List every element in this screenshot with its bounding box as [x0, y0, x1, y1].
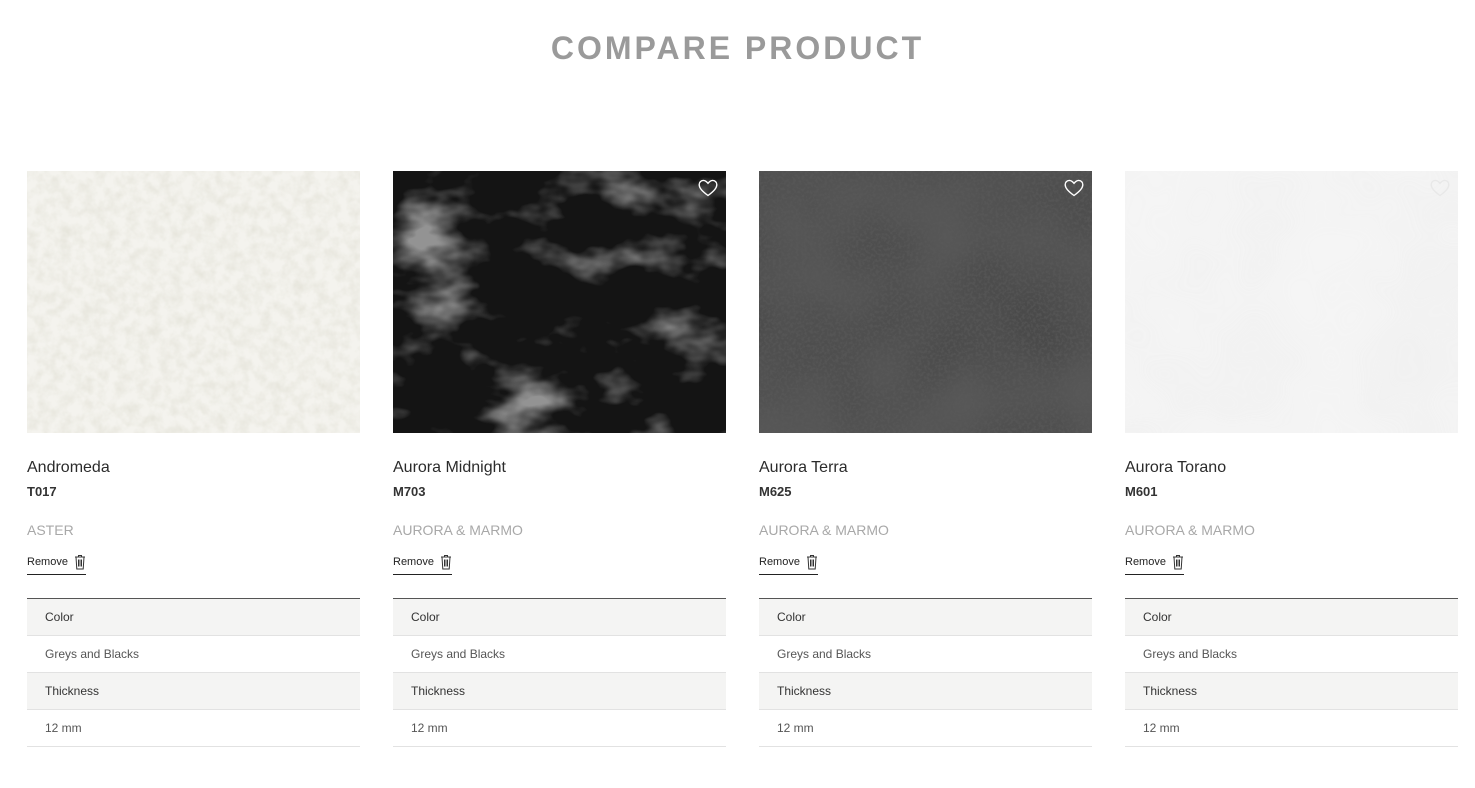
product-collection: AURORA & MARMO: [1125, 522, 1255, 538]
spec-table: Color Greys and Blacks Thickness 12 mm: [759, 598, 1092, 747]
remove-label: Remove: [759, 556, 800, 568]
remove-button[interactable]: Remove: [759, 553, 818, 575]
swatch-veins: [1125, 171, 1458, 433]
remove-label: Remove: [27, 556, 68, 568]
spec-thickness-label: Thickness: [759, 673, 1092, 710]
swatch-veins: [393, 171, 726, 433]
spec-table: Color Greys and Blacks Thickness 12 mm: [1125, 598, 1458, 747]
page-title: COMPARE PRODUCT: [550, 30, 925, 66]
heart-outline-icon[interactable]: [698, 179, 718, 197]
product-card-aurora-midnight: Aurora Midnight M703 AURORA & MARMO Remo…: [393, 171, 726, 747]
spec-color-label: Color: [759, 599, 1092, 636]
stone-texture: [759, 171, 1092, 433]
heart-outline-icon[interactable]: [1430, 179, 1450, 197]
remove-button[interactable]: Remove: [393, 553, 452, 575]
spec-color-value: Greys and Blacks: [1125, 636, 1458, 673]
product-code: T017: [27, 484, 57, 499]
spec-table: Color Greys and Blacks Thickness 12 mm: [27, 598, 360, 747]
spec-color-label: Color: [393, 599, 726, 636]
product-image[interactable]: [759, 171, 1092, 433]
spec-color-value: Greys and Blacks: [393, 636, 726, 673]
product-card-aurora-terra: Aurora Terra M625 AURORA & MARMO Remove …: [759, 171, 1092, 747]
spec-thickness-value: 12 mm: [27, 710, 360, 747]
spec-thickness-label: Thickness: [393, 673, 726, 710]
product-code: M601: [1125, 484, 1158, 499]
product-code: M625: [759, 484, 792, 499]
spec-thickness-value: 12 mm: [759, 710, 1092, 747]
heart-outline-icon[interactable]: [1064, 179, 1084, 197]
product-image[interactable]: [393, 171, 726, 433]
trash-icon: [1172, 555, 1183, 570]
product-card-aurora-torano: Aurora Torano M601 AURORA & MARMO Remove…: [1125, 171, 1458, 747]
spec-thickness-value: 12 mm: [1125, 710, 1458, 747]
swatch-flecks: [759, 171, 1092, 433]
swatch-flecks: [27, 171, 360, 433]
product-image[interactable]: [1125, 171, 1458, 433]
trash-icon: [806, 555, 817, 570]
product-collection: ASTER: [27, 522, 74, 538]
stone-texture: [1125, 171, 1458, 433]
trash-icon: [440, 555, 451, 570]
product-name[interactable]: Andromeda: [27, 457, 360, 479]
trash-icon: [74, 555, 85, 570]
remove-button[interactable]: Remove: [27, 553, 86, 575]
remove-label: Remove: [1125, 556, 1166, 568]
product-image[interactable]: [27, 171, 360, 433]
product-code: M703: [393, 484, 426, 499]
spec-table: Color Greys and Blacks Thickness 12 mm: [393, 598, 726, 747]
spec-color-value: Greys and Blacks: [759, 636, 1092, 673]
product-collection: AURORA & MARMO: [759, 522, 889, 538]
spec-thickness-label: Thickness: [27, 673, 360, 710]
spec-color-label: Color: [27, 599, 360, 636]
product-card-andromeda: Andromeda T017 ASTER Remove Color Greys …: [27, 171, 360, 747]
spec-thickness-value: 12 mm: [393, 710, 726, 747]
product-name[interactable]: Aurora Midnight: [393, 457, 726, 479]
spec-thickness-label: Thickness: [1125, 673, 1458, 710]
stone-texture: [27, 171, 360, 433]
product-name[interactable]: Aurora Terra: [759, 457, 1092, 479]
stone-texture: [393, 171, 726, 433]
remove-button[interactable]: Remove: [1125, 553, 1184, 575]
product-collection: AURORA & MARMO: [393, 522, 523, 538]
spec-color-label: Color: [1125, 599, 1458, 636]
product-name[interactable]: Aurora Torano: [1125, 457, 1458, 479]
spec-color-value: Greys and Blacks: [27, 636, 360, 673]
remove-label: Remove: [393, 556, 434, 568]
